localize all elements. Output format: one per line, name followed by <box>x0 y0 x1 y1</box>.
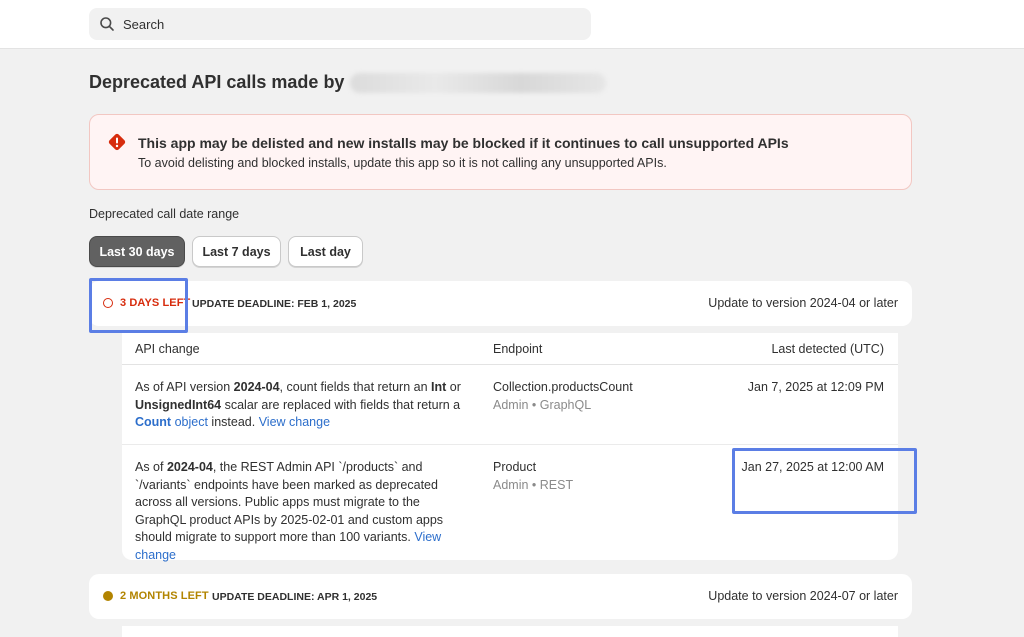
range-last-30-days-button[interactable]: Last 30 days <box>89 236 185 267</box>
api-changes-table: API change Endpoint Last detected (UTC) … <box>122 333 898 562</box>
top-bar: Search <box>0 0 1024 49</box>
api-change-text: As of 2024-04, the REST Admin API `/prod… <box>135 460 444 562</box>
alert-diamond-icon <box>108 133 126 151</box>
banner-heading: This app may be delisted and new install… <box>138 135 789 151</box>
deadline-group-header: 2 MONTHS LEFT UPDATE DEADLINE: APR 1, 20… <box>89 574 912 619</box>
last-detected-date: Jan 27, 2025 at 12:00 AM <box>741 460 884 474</box>
status-badge: 3 DAYS LEFT <box>103 297 190 309</box>
col-last-detected: Last detected (UTC) <box>771 342 884 356</box>
status-circle-icon <box>103 298 113 308</box>
status-badge: 2 MONTHS LEFT <box>103 590 209 602</box>
endpoint-name: Collection.productsCount <box>493 380 633 394</box>
page-title-text: Deprecated API calls made by <box>89 72 345 92</box>
deadline-group-header: 3 DAYS LEFT UPDATE DEADLINE: FEB 1, 2025… <box>89 281 912 326</box>
update-version-text: Update to version 2024-04 or later <box>708 296 898 310</box>
banner-body: To avoid delisting and blocked installs,… <box>138 156 667 170</box>
endpoint-cell: Product Admin • REST <box>493 459 573 494</box>
update-deadline: UPDATE DEADLINE: APR 1, 2025 <box>212 591 378 603</box>
page-title: Deprecated API calls made by <box>89 72 607 93</box>
status-circle-icon <box>103 591 113 601</box>
critical-banner: This app may be delisted and new install… <box>89 114 912 190</box>
table-header: API change Endpoint Last detected (UTC) <box>122 333 898 365</box>
last-detected-date: Jan 7, 2025 at 12:09 PM <box>747 380 884 394</box>
search-icon <box>100 17 114 31</box>
col-endpoint: Endpoint <box>493 342 543 356</box>
update-deadline: UPDATE DEADLINE: FEB 1, 2025 <box>192 298 357 310</box>
search-bar[interactable]: Search <box>89 8 591 40</box>
search-input[interactable]: Search <box>123 17 164 32</box>
status-text: 3 DAYS LEFT <box>120 297 191 309</box>
count-object-link[interactable]: Count object <box>135 415 208 429</box>
table-row: As of API version 2024-04, count fields … <box>122 365 898 445</box>
date-range-label: Deprecated call date range <box>89 207 240 221</box>
endpoint-name: Product <box>493 460 537 474</box>
redacted-app-name <box>350 72 607 93</box>
endpoint-type: Admin • GraphQL <box>493 397 592 412</box>
col-api-change: API change <box>135 342 200 356</box>
range-last-7-days-button[interactable]: Last 7 days <box>192 236 281 267</box>
view-change-link[interactable]: View change <box>259 415 330 429</box>
range-last-day-button[interactable]: Last day <box>288 236 363 267</box>
update-version-text: Update to version 2024-07 or later <box>708 589 898 603</box>
table-header-partial <box>122 626 898 637</box>
api-change-text: As of API version 2024-04, count fields … <box>135 380 461 429</box>
table-row: As of 2024-04, the REST Admin API `/prod… <box>122 445 898 562</box>
endpoint-type: Admin • REST <box>493 477 574 492</box>
status-text: 2 MONTHS LEFT <box>120 590 209 602</box>
endpoint-cell: Collection.productsCount Admin • GraphQL <box>493 379 633 414</box>
